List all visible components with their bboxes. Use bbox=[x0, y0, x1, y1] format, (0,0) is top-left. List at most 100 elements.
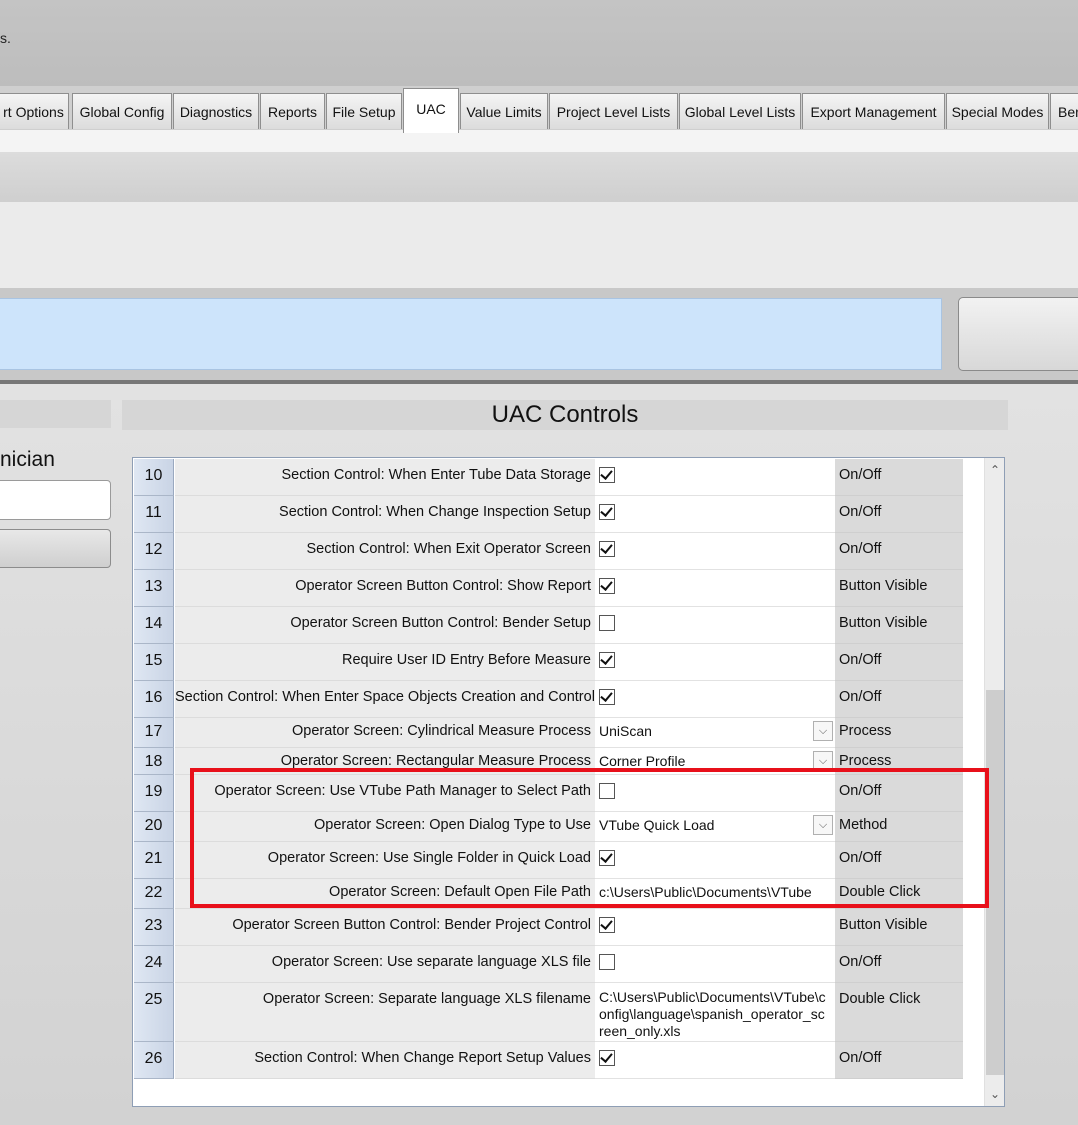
chevron-down-icon[interactable]: ⌵ bbox=[813, 815, 833, 835]
setting-name: Operator Screen Button Control: Show Rep… bbox=[175, 570, 595, 607]
setting-value[interactable] bbox=[595, 909, 835, 946]
setting-name: Section Control: When Change Inspection … bbox=[175, 496, 595, 533]
setting-value[interactable] bbox=[595, 570, 835, 607]
row-number: 26 bbox=[134, 1042, 174, 1079]
uac-row: 23 Operator Screen Button Control: Bender… bbox=[133, 909, 963, 946]
setting-type: Button Visible bbox=[835, 607, 963, 644]
row-number: 23 bbox=[134, 909, 174, 946]
setting-type: On/Off bbox=[835, 644, 963, 681]
tab-reports[interactable]: Reports bbox=[260, 93, 325, 129]
tab-bender[interactable]: Ben bbox=[1050, 93, 1078, 129]
tab-project-level-lists[interactable]: Project Level Lists bbox=[549, 93, 678, 129]
setting-value[interactable]: VTube Quick Load ⌵ bbox=[595, 812, 835, 842]
setting-value[interactable] bbox=[595, 681, 835, 718]
tab-strip: rt Options Global Config Diagnostics Rep… bbox=[0, 86, 1078, 133]
tab-special-modes[interactable]: Special Modes bbox=[946, 93, 1049, 129]
setting-value[interactable]: C:\Users\Public\Documents\VTube\config\l… bbox=[595, 983, 835, 1042]
row-number: 25 bbox=[134, 983, 174, 1042]
scroll-thumb[interactable] bbox=[986, 690, 1004, 1075]
uac-row: 24 Operator Screen: Use separate language… bbox=[133, 946, 963, 983]
setting-name: Section Control: When Change Report Setu… bbox=[175, 1042, 595, 1079]
checkbox-unchecked[interactable] bbox=[599, 954, 615, 970]
tab-value-limits[interactable]: Value Limits bbox=[460, 93, 548, 129]
chevron-down-icon[interactable]: ⌵ bbox=[813, 721, 833, 741]
tab-export-management[interactable]: Export Management bbox=[802, 93, 945, 129]
tab-diagnostics[interactable]: Diagnostics bbox=[173, 93, 259, 129]
value-text: c:\Users\Public\Documents\VTube bbox=[599, 884, 812, 900]
setting-value[interactable]: UniScan ⌵ bbox=[595, 718, 835, 748]
vertical-scrollbar[interactable]: ⌃ ⌄ bbox=[984, 458, 1004, 1106]
uac-row: 11 Section Control: When Change Inspectio… bbox=[133, 496, 963, 533]
checkbox-checked[interactable] bbox=[599, 652, 615, 668]
tab-report-options[interactable]: rt Options bbox=[0, 93, 69, 129]
setting-name: Section Control: When Enter Space Object… bbox=[175, 681, 595, 718]
uac-row: 12 Section Control: When Exit Operator Sc… bbox=[133, 533, 963, 570]
tab-uac[interactable]: UAC bbox=[403, 88, 459, 133]
setting-name: Operator Screen: Default Open File Path bbox=[175, 879, 595, 909]
side-button[interactable] bbox=[958, 297, 1078, 371]
checkbox-checked[interactable] bbox=[599, 504, 615, 520]
left-panel-header bbox=[0, 400, 111, 428]
setting-value[interactable] bbox=[595, 607, 835, 644]
uac-row: 20 Operator Screen: Open Dialog Type to U… bbox=[133, 812, 963, 842]
checkbox-checked[interactable] bbox=[599, 467, 615, 483]
setting-value[interactable] bbox=[595, 842, 835, 879]
setting-type: Process bbox=[835, 748, 963, 775]
row-number: 14 bbox=[134, 607, 174, 644]
setting-name: Operator Screen Button Control: Bender S… bbox=[175, 607, 595, 644]
uac-row: 25 Operator Screen: Separate language XLS… bbox=[133, 983, 963, 1042]
setting-value[interactable] bbox=[595, 533, 835, 570]
setting-value[interactable] bbox=[595, 496, 835, 533]
uac-row: 18 Operator Screen: Rectangular Measure P… bbox=[133, 748, 963, 775]
setting-value[interactable] bbox=[595, 946, 835, 983]
user-level-label: nician bbox=[0, 448, 55, 471]
setting-value[interactable] bbox=[595, 644, 835, 681]
setting-value[interactable] bbox=[595, 1042, 835, 1079]
checkbox-checked[interactable] bbox=[599, 917, 615, 933]
setting-name: Operator Screen: Separate language XLS f… bbox=[175, 983, 595, 1042]
checkbox-checked[interactable] bbox=[599, 541, 615, 557]
scroll-down-icon[interactable]: ⌄ bbox=[985, 1084, 1004, 1104]
info-bar bbox=[0, 298, 942, 370]
uac-row: 21 Operator Screen: Use Single Folder in … bbox=[133, 842, 963, 879]
setting-type: Method bbox=[835, 812, 963, 842]
tab-file-setup[interactable]: File Setup bbox=[326, 93, 402, 129]
uac-row: 22 Operator Screen: Default Open File Pat… bbox=[133, 879, 963, 909]
setting-type: Button Visible bbox=[835, 909, 963, 946]
setting-name: Operator Screen: Use separate language X… bbox=[175, 946, 595, 983]
checkbox-checked[interactable] bbox=[599, 689, 615, 705]
title-bar: s. bbox=[0, 0, 1078, 86]
setting-value[interactable]: Corner Profile ⌵ bbox=[595, 748, 835, 775]
tab-global-level-lists[interactable]: Global Level Lists bbox=[679, 93, 801, 129]
user-level-field[interactable] bbox=[0, 480, 111, 520]
row-number: 18 bbox=[134, 748, 174, 775]
checkbox-checked[interactable] bbox=[599, 850, 615, 866]
setting-value[interactable] bbox=[595, 775, 835, 812]
setting-name: Operator Screen: Rectangular Measure Pro… bbox=[175, 748, 595, 775]
row-number: 12 bbox=[134, 533, 174, 570]
uac-row: 17 Operator Screen: Cylindrical Measure P… bbox=[133, 718, 963, 748]
checkbox-unchecked[interactable] bbox=[599, 783, 615, 799]
setting-name: Section Control: When Enter Tube Data St… bbox=[175, 459, 595, 496]
tab-global-config[interactable]: Global Config bbox=[72, 93, 172, 129]
setting-name: Operator Screen: Open Dialog Type to Use bbox=[175, 812, 595, 842]
setting-value[interactable] bbox=[595, 459, 835, 496]
uac-row: 19 Operator Screen: Use VTube Path Manage… bbox=[133, 775, 963, 812]
row-number: 13 bbox=[134, 570, 174, 607]
uac-grid[interactable]: 10 Section Control: When Enter Tube Data … bbox=[132, 457, 1005, 1107]
uac-row: 15 Require User ID Entry Before Measure On… bbox=[133, 644, 963, 681]
setting-name: Section Control: When Exit Operator Scre… bbox=[175, 533, 595, 570]
value-text: VTube Quick Load bbox=[599, 817, 715, 833]
uac-row: 14 Operator Screen Button Control: Bender… bbox=[133, 607, 963, 644]
checkbox-checked[interactable] bbox=[599, 1050, 615, 1066]
checkbox-unchecked[interactable] bbox=[599, 615, 615, 631]
setting-value[interactable]: c:\Users\Public\Documents\VTube bbox=[595, 879, 835, 909]
setting-name: Operator Screen: Use Single Folder in Qu… bbox=[175, 842, 595, 879]
chevron-down-icon[interactable]: ⌵ bbox=[813, 751, 833, 771]
row-number: 22 bbox=[134, 879, 174, 909]
row-number: 15 bbox=[134, 644, 174, 681]
checkbox-checked[interactable] bbox=[599, 578, 615, 594]
user-level-button[interactable] bbox=[0, 529, 111, 568]
scroll-up-icon[interactable]: ⌃ bbox=[985, 460, 1004, 480]
setting-type: On/Off bbox=[835, 496, 963, 533]
